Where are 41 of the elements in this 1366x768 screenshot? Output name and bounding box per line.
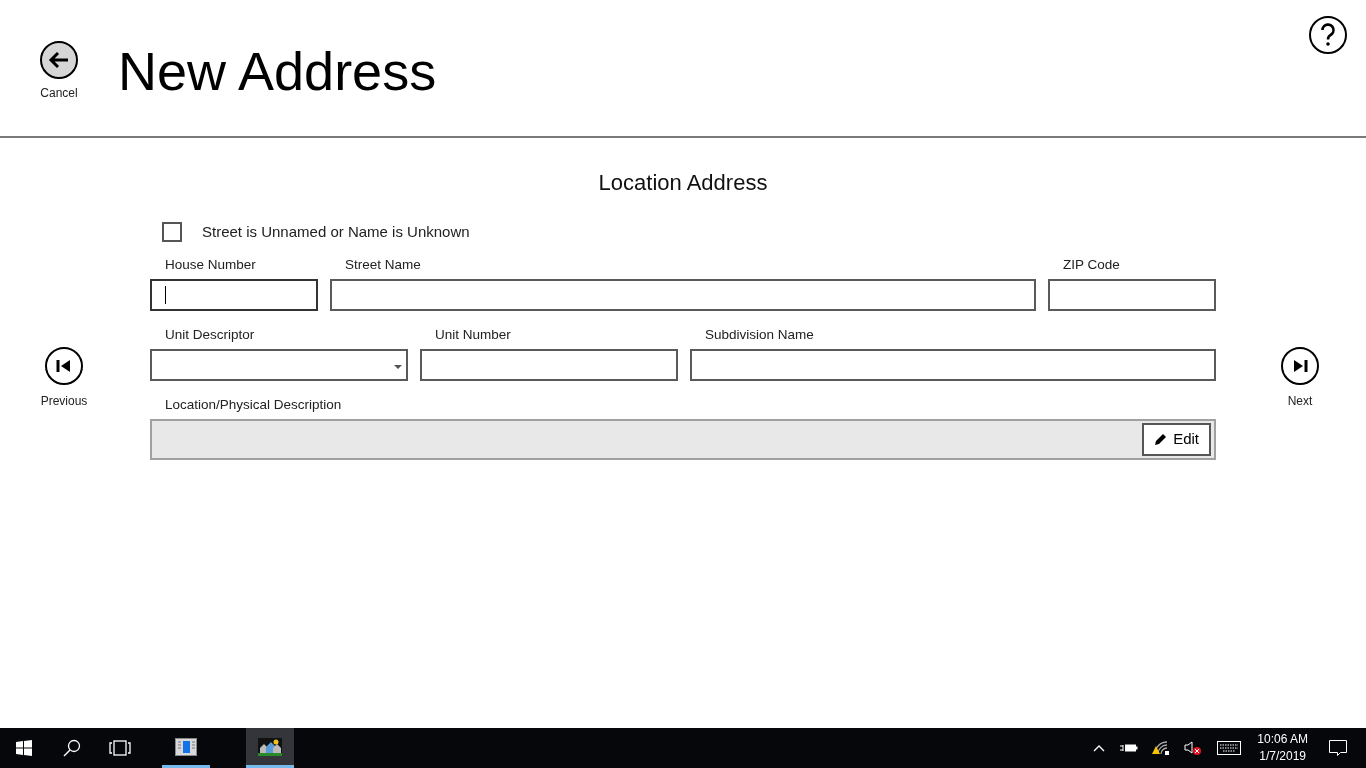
field-label: Unit Descriptor	[165, 326, 256, 344]
input-field[interactable]	[150, 279, 318, 311]
dropdown-field[interactable]	[150, 349, 408, 381]
dropdown-caret-icon	[394, 365, 402, 369]
field-label: Subdivision Name	[705, 326, 815, 344]
previous-button[interactable]: Previous	[34, 346, 94, 410]
search-icon	[63, 739, 81, 757]
page-title: New Address	[118, 40, 437, 103]
houses-icon	[258, 737, 282, 756]
checkbox-label: Street is Unnamed or Name is Unknown	[202, 221, 470, 242]
task-view-icon	[109, 740, 131, 756]
input-field[interactable]	[420, 349, 678, 381]
cancel-button[interactable]: Cancel	[38, 40, 80, 102]
field-label: House Number	[165, 256, 257, 274]
help-icon[interactable]	[1308, 15, 1348, 55]
field-label: Unit Number	[435, 326, 512, 344]
skip-forward-icon	[1280, 346, 1320, 386]
windows-logo-icon	[16, 740, 32, 756]
clock-time: 10:06 AM	[1257, 731, 1308, 748]
field-label: Location/Physical Description	[165, 396, 343, 414]
wifi-warning-icon	[1152, 740, 1171, 756]
input-field[interactable]	[330, 279, 1036, 311]
taskbar-app-button[interactable]	[246, 728, 294, 768]
notifications-icon	[1329, 739, 1347, 757]
clock-date: 1/7/2019	[1259, 748, 1306, 765]
speaker-muted-icon	[1184, 740, 1203, 756]
checkbox[interactable]	[162, 222, 182, 242]
app-window-icon	[175, 737, 197, 756]
input-field[interactable]	[1048, 279, 1216, 311]
field-label: Street Name	[345, 256, 422, 274]
chevron-up-icon	[1093, 744, 1106, 752]
battery-icon	[1120, 742, 1139, 754]
next-button[interactable]: Next	[1270, 346, 1330, 410]
skip-back-icon	[44, 346, 84, 386]
edit-button[interactable]: Edit	[1142, 423, 1211, 456]
clock[interactable]: 10:06 AM 1/7/2019	[1249, 728, 1316, 768]
field-label: ZIP Code	[1063, 256, 1121, 274]
section-title: Location Address	[597, 169, 769, 197]
input-field[interactable]	[690, 349, 1216, 381]
pencil-icon	[1154, 433, 1168, 446]
keyboard-icon	[1217, 741, 1242, 755]
